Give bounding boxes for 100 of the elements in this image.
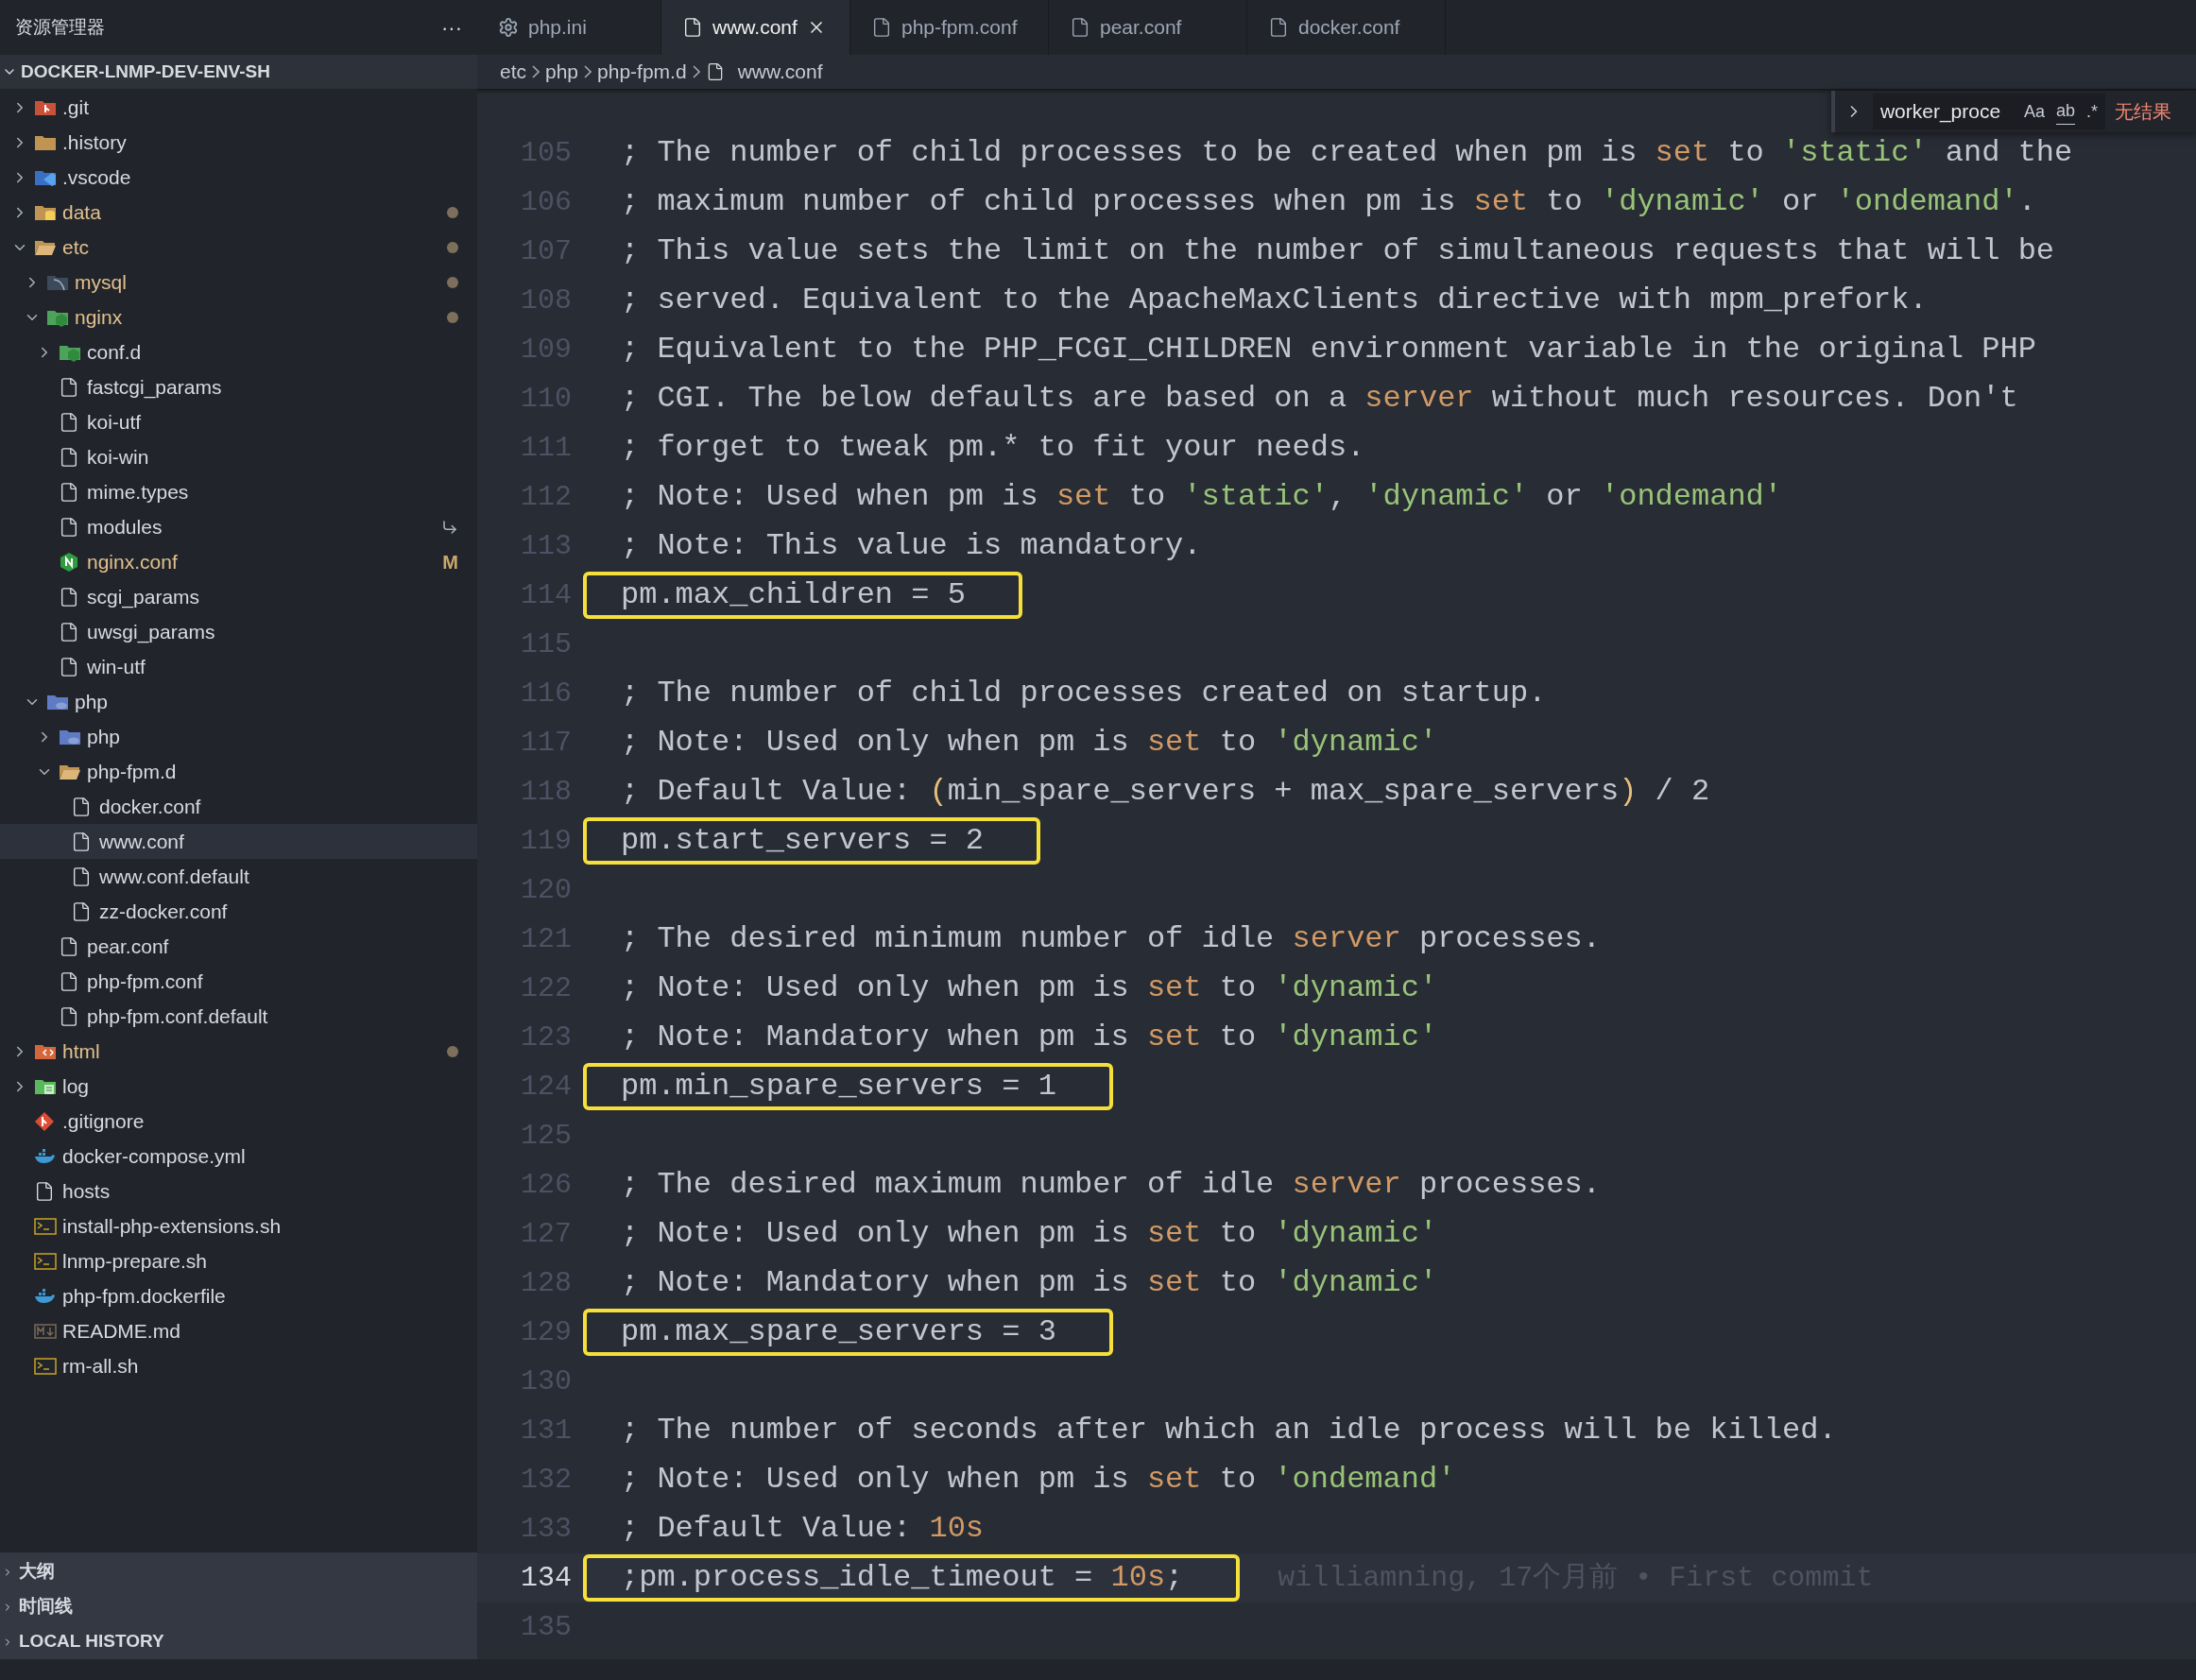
file-row[interactable]: www.conf [0, 824, 477, 859]
find-option-toggle[interactable]: ab [2055, 98, 2075, 125]
file-row[interactable]: .gitignore [0, 1104, 477, 1139]
file-row[interactable]: zz-docker.conf [0, 894, 477, 929]
folder-name: etc [62, 234, 89, 260]
file-name: pear.conf [87, 934, 169, 959]
folder-name: php-fpm.d [87, 759, 177, 784]
file-row[interactable]: scgi_params [0, 579, 477, 614]
file-name: docker-compose.yml [62, 1143, 246, 1169]
file-row[interactable]: koi-utf [0, 404, 477, 439]
file-row[interactable]: docker.conf [0, 789, 477, 824]
folder-row[interactable]: log [0, 1069, 477, 1104]
folder-row[interactable]: .vscode [0, 160, 477, 195]
file-icon [59, 481, 79, 503]
project-header[interactable]: DOCKER-LNMP-DEV-ENV-SH [0, 55, 477, 89]
file-row[interactable]: php-fpm.conf.default [0, 999, 477, 1034]
file-name: modules [87, 514, 163, 540]
file-row[interactable]: win-utf [0, 649, 477, 684]
folder-row[interactable]: etc [0, 230, 477, 265]
find-option-toggle[interactable]: Aa [2023, 98, 2045, 125]
breadcrumb-item[interactable]: php [545, 57, 579, 87]
folder-name: php [87, 724, 121, 749]
file-icon [59, 656, 79, 677]
file-icon [71, 866, 92, 887]
folder-row[interactable]: html [0, 1034, 477, 1069]
file-icon [59, 1005, 79, 1027]
file-row[interactable]: mime.types [0, 474, 477, 509]
panel-title: 大纲 [19, 1560, 55, 1584]
file-name: www.conf [99, 829, 184, 854]
find-input[interactable]: worker_proce Aa ab .* [1872, 94, 2105, 129]
folder-row[interactable]: php [0, 684, 477, 719]
file-row[interactable]: php-fpm.conf [0, 964, 477, 999]
file-row[interactable]: uwsgi_params [0, 614, 477, 649]
file-row[interactable]: lnmp-prepare.sh [0, 1243, 477, 1278]
code-line: ; Default Value: 10s [621, 1510, 985, 1548]
file-icon [59, 516, 79, 538]
code-line: ; Note: Used only when pm is set to 'dynamic' [621, 1215, 1438, 1253]
file-name: koi-utf [87, 409, 142, 435]
folder-row[interactable]: php [0, 719, 477, 754]
find-option-toggle[interactable]: .* [2086, 98, 2098, 125]
code-line: ; Note: Used only when pm is set to 'dynamic' [621, 724, 1438, 762]
folder-row[interactable]: conf.d [0, 334, 477, 369]
panel-header[interactable]: LOCAL HISTORY [0, 1624, 477, 1659]
file-row[interactable]: pear.conf [0, 929, 477, 964]
git-status: M [442, 550, 458, 574]
code-line: ; Note: Used when pm is set to 'static', 'dynamic' or 'ondemand' [621, 478, 1782, 516]
whale-icon [34, 1148, 55, 1164]
folder-name: .history [62, 129, 127, 155]
code-line: ; The number of child processes to be created when pm is set to 'static' and the [621, 134, 2073, 172]
code-line: ; Equivalent to the PHP_FCGI_CHILDREN environment variable in the original PHP [621, 331, 2036, 369]
file-icon [59, 970, 79, 992]
file-row[interactable]: koi-win [0, 439, 477, 474]
panel-header[interactable]: 大纲 [0, 1554, 477, 1589]
file-row[interactable]: fastcgi_params [0, 369, 477, 404]
more-actions[interactable]: ··· [441, 11, 462, 43]
file-row[interactable]: rm-all.sh [0, 1348, 477, 1383]
folder-name: .vscode [62, 164, 131, 190]
file-row[interactable]: docker-compose.yml [0, 1139, 477, 1174]
file-name: mime.types [87, 479, 189, 505]
terminal-icon [34, 1251, 57, 1271]
file-icon [59, 586, 79, 608]
file-name: php-fpm.dockerfile [62, 1283, 226, 1309]
panel-header[interactable]: 时间线 [0, 1589, 477, 1624]
file-row[interactable]: www.conf.default [0, 859, 477, 894]
line-number: 134 [520, 1560, 572, 1596]
file-row[interactable]: php-fpm.dockerfile [0, 1278, 477, 1313]
terminal-icon [34, 1216, 57, 1236]
chevron-right-icon [532, 65, 540, 78]
code-line: ; served. Equivalent to the ApacheMaxClients directive with mpm_prefork. [621, 282, 1928, 319]
folder-row[interactable]: .history [0, 125, 477, 160]
file-icon [59, 446, 79, 468]
breadcrumb-item[interactable]: php-fpm.d [597, 57, 687, 87]
file-icon [59, 376, 79, 398]
file-row[interactable]: install-php-extensions.sh [0, 1209, 477, 1243]
code-line: ; This value sets the limit on the number of simultaneous requests that will be [621, 232, 2055, 270]
file-row[interactable]: hosts [0, 1174, 477, 1209]
file-name: hosts [62, 1178, 111, 1204]
folder-row[interactable]: php-fpm.d [0, 754, 477, 789]
file-row[interactable]: nginx.conf M [0, 544, 477, 579]
breadcrumb-item[interactable]: www.conf [737, 57, 823, 87]
chevron-right-icon [584, 65, 592, 78]
folder-row[interactable]: mysql [0, 265, 477, 300]
whale-icon [34, 1288, 55, 1304]
folder-row[interactable]: .git [0, 90, 477, 125]
editor-tab[interactable]: www.conf [661, 0, 850, 55]
breadcrumb-item[interactable]: etc [500, 57, 526, 87]
code-line: ; CGI. The below defaults are based on a server without much resources. Don't [621, 380, 2018, 418]
file-row[interactable]: README.md [0, 1313, 477, 1348]
file-icon [71, 900, 92, 922]
file-row[interactable]: modules [0, 509, 477, 544]
folder-row[interactable]: data [0, 195, 477, 230]
code-line: ; Note: Used only when pm is set to 'dynamic' [621, 969, 1438, 1007]
folder-name: mysql [75, 269, 127, 295]
file-icon [1268, 17, 1289, 38]
folder-name: php [75, 689, 109, 714]
file-icon [59, 621, 79, 643]
folder-row[interactable]: nginx [0, 300, 477, 334]
file-name: fastcgi_params [87, 374, 222, 401]
panel-title: LOCAL HISTORY [19, 1630, 164, 1654]
code-line: pm.start_servers = 2 [621, 822, 985, 860]
